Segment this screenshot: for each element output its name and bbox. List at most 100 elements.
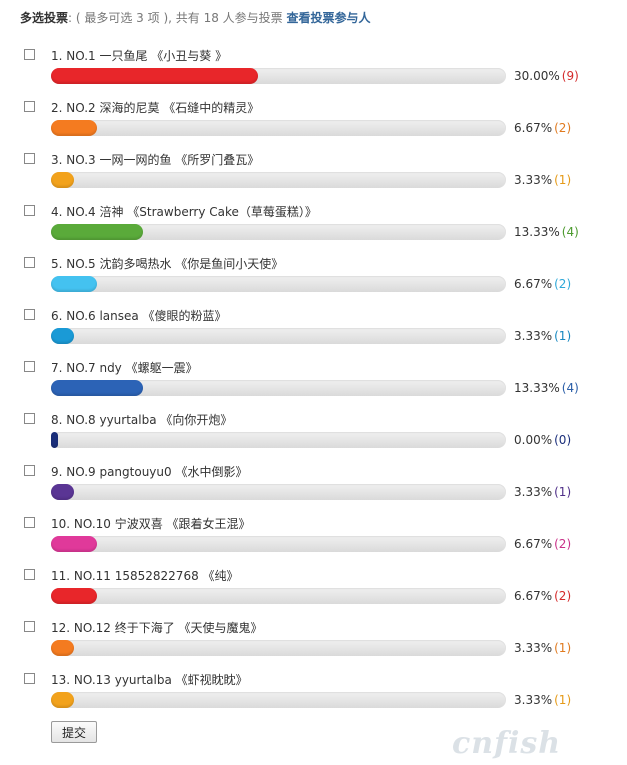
option-label: 12. NO.12 终于下海了 《天使与魔鬼》 [51, 621, 263, 635]
option-label: 2. NO.2 深海的尼莫 《石缝中的精灵》 [51, 101, 260, 115]
vote-count: (1) [554, 173, 572, 187]
option-checkbox[interactable] [24, 101, 35, 112]
poll-header: 多选投票: ( 最多可选 3 项 ), 共有 18 人参与投票 查看投票参与人 [20, 9, 371, 26]
vote-percent: 6.67% [514, 589, 553, 603]
vote-percent: 6.67% [514, 537, 553, 551]
vote-progress-fill [51, 68, 258, 84]
vote-count: (1) [554, 693, 572, 707]
vote-progress-track [51, 68, 506, 84]
option-checkbox[interactable] [24, 621, 35, 632]
vote-progress-track [51, 432, 506, 448]
vote-count: (2) [554, 537, 572, 551]
vote-result: 13.33% (4) [514, 381, 579, 395]
vote-progress-fill [51, 484, 74, 500]
vote-progress-fill [51, 224, 143, 240]
vote-progress-fill [51, 328, 74, 344]
vote-percent: 3.33% [514, 641, 553, 655]
poll-option: 1. NO.1 一只鱼尾 《小丑与葵 》 30.00% (9) [0, 49, 627, 101]
poll-option: 6. NO.6 lansea 《傻眼的粉蓝》 3.33% (1) [0, 309, 627, 361]
poll-option: 7. NO.7 ndy 《螺躯一震》 13.33% (4) [0, 361, 627, 413]
option-checkbox[interactable] [24, 361, 35, 372]
vote-progress-track [51, 588, 506, 604]
vote-result: 0.00% (0) [514, 433, 571, 447]
vote-result: 3.33% (1) [514, 641, 571, 655]
option-checkbox[interactable] [24, 413, 35, 424]
vote-count: (4) [561, 381, 579, 395]
view-voters-link[interactable]: 查看投票参与人 [287, 11, 371, 25]
vote-count: (2) [554, 277, 572, 291]
option-label: 11. NO.11 15852822768 《纯》 [51, 569, 239, 583]
option-checkbox[interactable] [24, 465, 35, 476]
option-label: 6. NO.6 lansea 《傻眼的粉蓝》 [51, 309, 227, 323]
vote-result: 3.33% (1) [514, 485, 571, 499]
vote-result: 13.33% (4) [514, 225, 579, 239]
vote-result: 3.33% (1) [514, 173, 571, 187]
option-label: 7. NO.7 ndy 《螺躯一震》 [51, 361, 198, 375]
vote-progress-track [51, 692, 506, 708]
poll-title: 多选投票 [20, 11, 69, 25]
vote-percent: 0.00% [514, 433, 553, 447]
vote-result: 6.67% (2) [514, 537, 571, 551]
watermark-logo: cnfish [452, 726, 562, 761]
vote-count: (2) [554, 121, 572, 135]
option-checkbox[interactable] [24, 673, 35, 684]
option-label: 4. NO.4 涪神 《Strawberry Cake（草莓蛋糕）》 [51, 205, 317, 219]
vote-percent: 13.33% [514, 381, 560, 395]
vote-progress-track [51, 380, 506, 396]
vote-count: (1) [554, 641, 572, 655]
option-checkbox[interactable] [24, 205, 35, 216]
option-label: 13. NO.13 yyurtalba 《虾视眈眈》 [51, 673, 248, 687]
vote-percent: 30.00% [514, 69, 560, 83]
vote-progress-fill [51, 172, 74, 188]
option-label: 9. NO.9 pangtouyu0 《水中倒影》 [51, 465, 248, 479]
vote-percent: 6.67% [514, 277, 553, 291]
vote-progress-fill [51, 536, 97, 552]
option-checkbox[interactable] [24, 569, 35, 580]
vote-progress-fill [51, 120, 97, 136]
poll-option: 11. NO.11 15852822768 《纯》 6.67% (2) [0, 569, 627, 621]
option-checkbox[interactable] [24, 517, 35, 528]
vote-progress-fill [51, 692, 74, 708]
option-label: 5. NO.5 沈韵多喝热水 《你是鱼间小天使》 [51, 257, 284, 271]
option-label: 1. NO.1 一只鱼尾 《小丑与葵 》 [51, 49, 228, 63]
vote-progress-track [51, 120, 506, 136]
vote-progress-fill [51, 432, 58, 448]
vote-count: (1) [554, 485, 572, 499]
poll-option: 3. NO.3 一网一网的鱼 《所罗门叠瓦》 3.33% (1) [0, 153, 627, 205]
vote-progress-track [51, 536, 506, 552]
submit-button[interactable]: 提交 [51, 721, 97, 743]
option-checkbox[interactable] [24, 309, 35, 320]
option-checkbox[interactable] [24, 257, 35, 268]
vote-result: 3.33% (1) [514, 329, 571, 343]
vote-progress-fill [51, 640, 74, 656]
vote-count: (0) [554, 433, 572, 447]
vote-progress-track [51, 224, 506, 240]
vote-percent: 13.33% [514, 225, 560, 239]
poll-option: 5. NO.5 沈韵多喝热水 《你是鱼间小天使》 6.67% (2) [0, 257, 627, 309]
option-checkbox[interactable] [24, 49, 35, 60]
vote-progress-track [51, 640, 506, 656]
vote-percent: 3.33% [514, 329, 553, 343]
vote-progress-fill [51, 588, 97, 604]
poll-option: 2. NO.2 深海的尼莫 《石缝中的精灵》 6.67% (2) [0, 101, 627, 153]
poll-option: 13. NO.13 yyurtalba 《虾视眈眈》 3.33% (1) [0, 673, 627, 725]
vote-percent: 3.33% [514, 693, 553, 707]
option-checkbox[interactable] [24, 153, 35, 164]
vote-result: 30.00% (9) [514, 69, 579, 83]
vote-progress-fill [51, 276, 97, 292]
vote-progress-fill [51, 380, 143, 396]
poll-option: 8. NO.8 yyurtalba 《向你开炮》 0.00% (0) [0, 413, 627, 465]
vote-count: (2) [554, 589, 572, 603]
vote-percent: 3.33% [514, 173, 553, 187]
poll-option: 10. NO.10 宁波双喜 《跟着女王混》 6.67% (2) [0, 517, 627, 569]
option-label: 8. NO.8 yyurtalba 《向你开炮》 [51, 413, 233, 427]
vote-result: 6.67% (2) [514, 277, 571, 291]
poll-option: 9. NO.9 pangtouyu0 《水中倒影》 3.33% (1) [0, 465, 627, 517]
vote-percent: 6.67% [514, 121, 553, 135]
vote-result: 6.67% (2) [514, 589, 571, 603]
vote-count: (1) [554, 329, 572, 343]
vote-progress-track [51, 276, 506, 292]
poll-limit-text: : ( 最多可选 3 项 ), 共有 18 人参与投票 [68, 11, 283, 25]
vote-result: 3.33% (1) [514, 693, 571, 707]
option-label: 10. NO.10 宁波双喜 《跟着女王混》 [51, 517, 251, 531]
